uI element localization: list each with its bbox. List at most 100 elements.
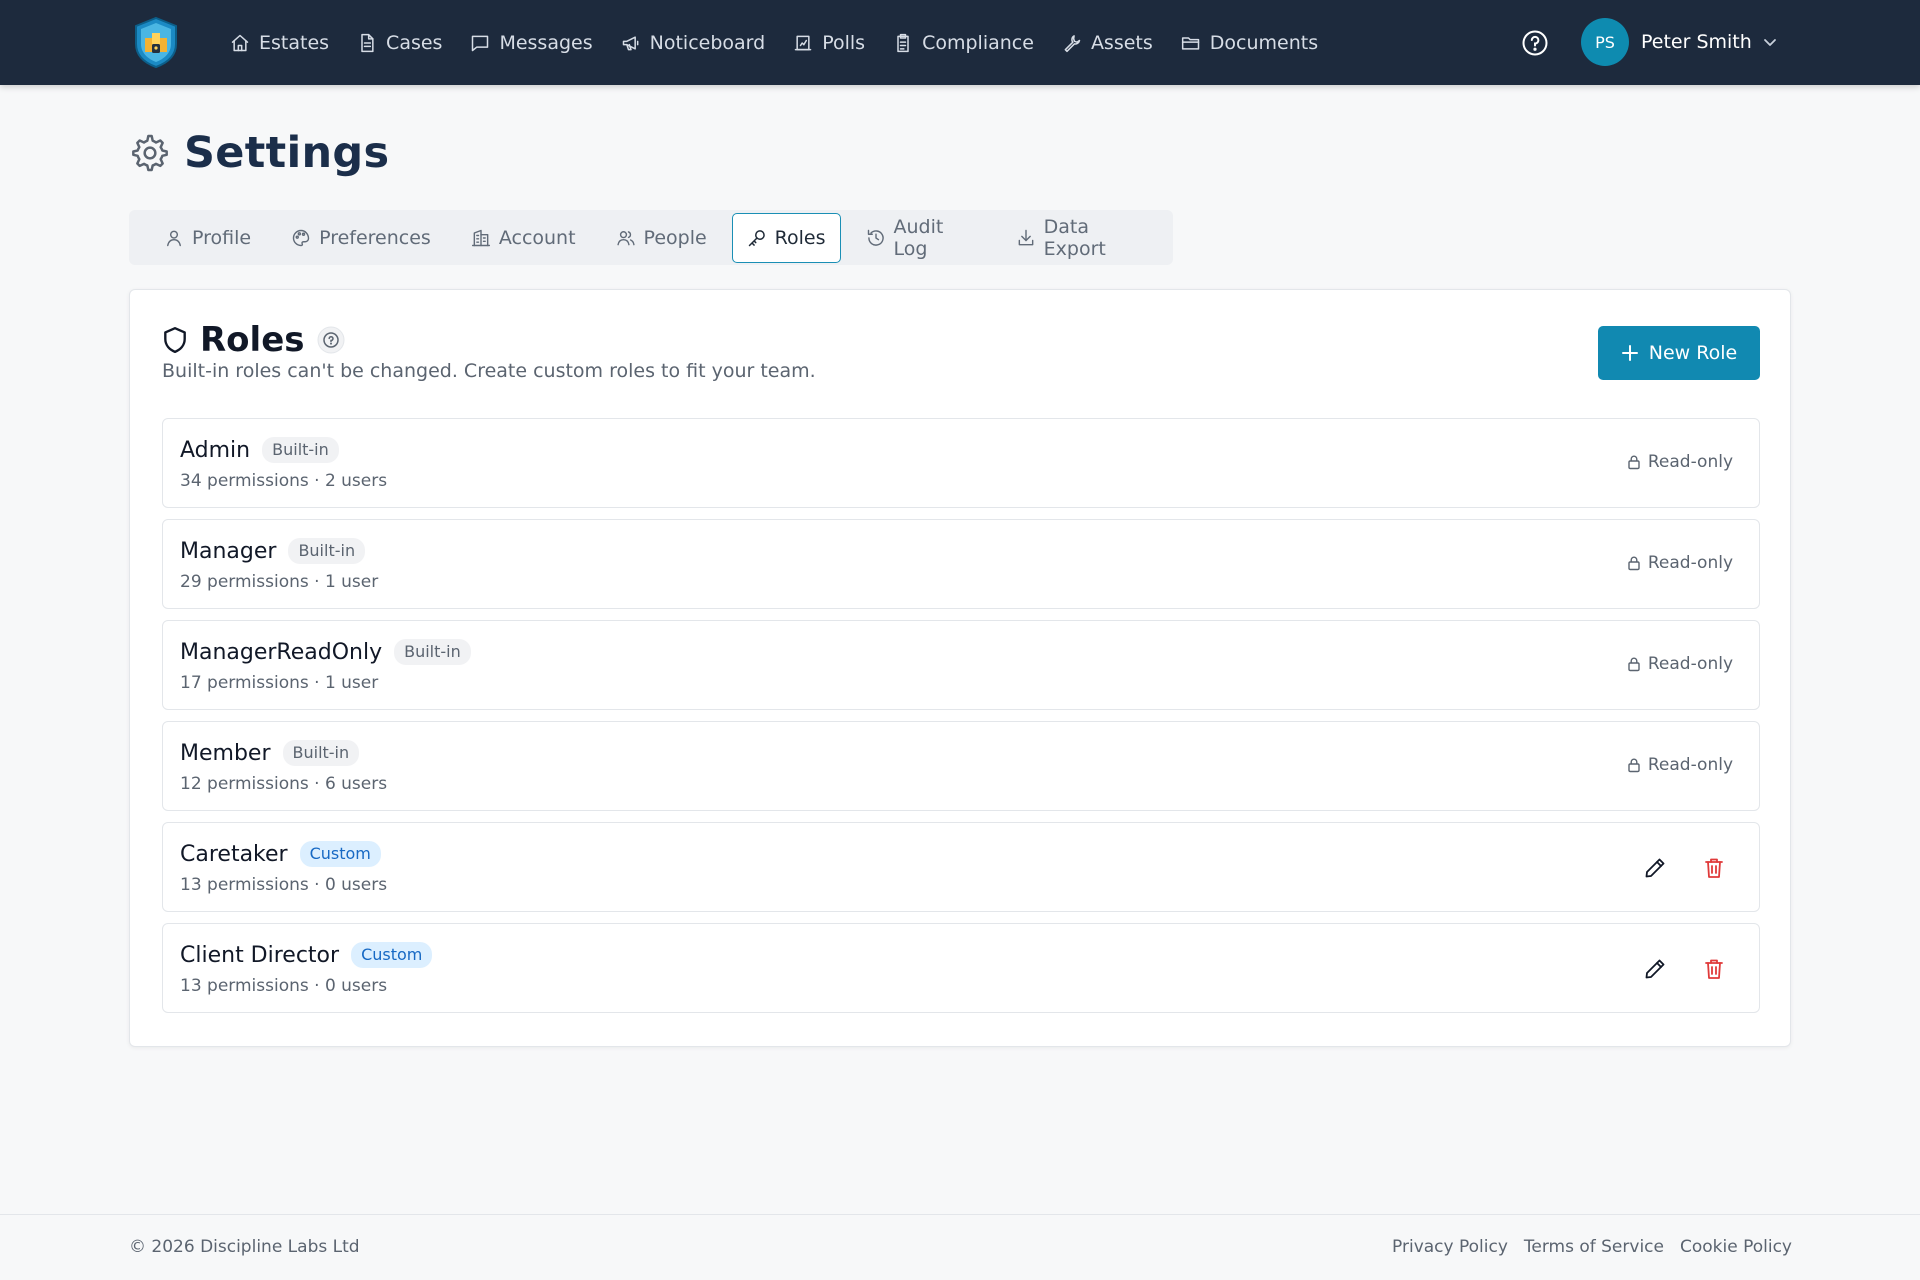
app-logo-icon[interactable] xyxy=(132,16,180,68)
tab-audit-log[interactable]: Audit Log xyxy=(851,213,991,263)
trash-icon xyxy=(1702,856,1726,880)
card-subtitle: Built-in roles can't be changed. Create … xyxy=(162,360,816,382)
help-icon[interactable] xyxy=(1521,29,1549,57)
builtin-badge: Built-in xyxy=(288,538,366,564)
tab-roles[interactable]: Roles xyxy=(731,212,841,263)
poll-icon xyxy=(793,33,813,53)
role-row-manager[interactable]: Manager Built-in 29 permissions · 1 user… xyxy=(162,519,1760,609)
nav-item-label: Messages xyxy=(499,31,593,54)
role-meta: 13 permissions · 0 users xyxy=(180,976,388,996)
tab-profile[interactable]: Profile xyxy=(149,213,266,263)
delete-role-button[interactable] xyxy=(1700,854,1728,882)
tab-people[interactable]: People xyxy=(601,213,722,263)
readonly-indicator: Read-only xyxy=(1626,452,1733,472)
message-icon xyxy=(470,33,490,53)
builtin-badge: Built-in xyxy=(282,740,360,766)
role-name: Client Director xyxy=(180,942,340,968)
edit-role-button[interactable] xyxy=(1641,854,1669,882)
role-name: Caretaker xyxy=(180,841,288,867)
lock-icon xyxy=(1626,656,1642,672)
role-row-caretaker[interactable]: Caretaker Custom 13 permissions · 0 user… xyxy=(162,822,1760,912)
building-icon xyxy=(471,228,491,248)
footer-links: Privacy Policy Terms of Service Cookie P… xyxy=(1392,1237,1792,1257)
nav-item-label: Polls xyxy=(822,31,866,54)
role-title-line: Member Built-in xyxy=(180,740,360,766)
palette-icon xyxy=(291,228,311,248)
wrench-icon xyxy=(1062,33,1082,53)
shield-icon xyxy=(162,326,188,354)
role-meta: 13 permissions · 0 users xyxy=(180,875,388,895)
readonly-label: Read-only xyxy=(1647,654,1733,674)
nav-item-cases[interactable]: Cases xyxy=(343,21,456,65)
role-meta: 17 permissions · 1 user xyxy=(180,673,379,693)
lock-icon xyxy=(1626,555,1642,571)
clipboard-icon xyxy=(893,33,913,53)
plus-icon xyxy=(1621,344,1639,362)
nav-item-documents[interactable]: Documents xyxy=(1167,21,1332,65)
download-icon xyxy=(1016,228,1036,248)
pencil-icon xyxy=(1643,856,1667,880)
tab-label: Account xyxy=(498,226,576,249)
card-header: Roles xyxy=(162,320,345,360)
role-title-line: Client Director Custom xyxy=(180,942,433,968)
nav-item-polls[interactable]: Polls xyxy=(779,21,879,65)
lock-icon xyxy=(1626,454,1642,470)
privacy-policy-link[interactable]: Privacy Policy xyxy=(1392,1237,1508,1257)
nav-item-label: Documents xyxy=(1209,31,1319,54)
card-title: Roles xyxy=(200,320,305,360)
role-name: Manager xyxy=(180,538,277,564)
role-row-member[interactable]: Member Built-in 12 permissions · 6 users… xyxy=(162,721,1760,811)
user-icon xyxy=(164,228,184,248)
nav-item-messages[interactable]: Messages xyxy=(456,21,606,65)
edit-role-button[interactable] xyxy=(1641,955,1669,983)
help-circle-icon[interactable] xyxy=(317,326,345,354)
user-menu[interactable]: PS Peter Smith xyxy=(1581,18,1778,66)
role-name: Admin xyxy=(180,437,251,463)
role-meta: 29 permissions · 1 user xyxy=(180,572,379,592)
footer: © 2026 Discipline Labs Ltd Privacy Polic… xyxy=(0,1214,1920,1280)
history-icon xyxy=(866,228,886,248)
copyright-text: © 2026 Discipline Labs Ltd xyxy=(129,1237,360,1257)
role-row-admin[interactable]: Admin Built-in 34 permissions · 2 users … xyxy=(162,418,1760,508)
readonly-label: Read-only xyxy=(1647,755,1733,775)
nav-item-label: Assets xyxy=(1090,31,1153,54)
nav-item-label: Cases xyxy=(386,31,443,54)
nav-item-estates[interactable]: Estates xyxy=(216,21,343,65)
terms-of-service-link[interactable]: Terms of Service xyxy=(1524,1237,1664,1257)
delete-role-button[interactable] xyxy=(1700,955,1728,983)
nav-item-label: Estates xyxy=(259,31,330,54)
chevron-down-icon xyxy=(1762,34,1778,50)
tab-data-export[interactable]: Data Export xyxy=(1001,213,1163,263)
page-title: Settings xyxy=(184,128,390,178)
cookie-policy-link[interactable]: Cookie Policy xyxy=(1680,1237,1792,1257)
file-icon xyxy=(357,33,377,53)
gear-icon xyxy=(130,133,170,173)
tab-preferences[interactable]: Preferences xyxy=(276,213,446,263)
custom-badge: Custom xyxy=(299,841,381,867)
tab-label: People xyxy=(643,226,707,249)
home-icon xyxy=(230,33,250,53)
tab-label: Profile xyxy=(192,226,252,249)
role-row-client-director[interactable]: Client Director Custom 13 permissions · … xyxy=(162,923,1760,1013)
readonly-label: Read-only xyxy=(1647,452,1733,472)
main-nav: Estates Cases Messages Noticeboard Polls xyxy=(216,0,1332,85)
lock-icon xyxy=(1626,757,1642,773)
user-name: Peter Smith xyxy=(1641,31,1752,53)
nav-item-noticeboard[interactable]: Noticeboard xyxy=(607,21,780,65)
nav-item-assets[interactable]: Assets xyxy=(1048,21,1167,65)
role-row-managerreadonly[interactable]: ManagerReadOnly Built-in 17 permissions … xyxy=(162,620,1760,710)
new-role-label: New Role xyxy=(1648,342,1738,364)
role-name: Member xyxy=(180,740,271,766)
tab-account[interactable]: Account xyxy=(456,213,591,263)
role-title-line: ManagerReadOnly Built-in xyxy=(180,639,471,665)
new-role-button[interactable]: New Role xyxy=(1598,326,1760,380)
page-header: Settings xyxy=(130,128,389,178)
nav-item-compliance[interactable]: Compliance xyxy=(879,21,1048,65)
tab-label: Data Export xyxy=(1043,215,1106,260)
roles-list: Admin Built-in 34 permissions · 2 users … xyxy=(162,418,1760,1024)
folder-icon xyxy=(1181,33,1201,53)
pencil-icon xyxy=(1643,957,1667,981)
people-icon xyxy=(616,228,636,248)
role-name: ManagerReadOnly xyxy=(180,639,383,665)
readonly-indicator: Read-only xyxy=(1626,654,1733,674)
